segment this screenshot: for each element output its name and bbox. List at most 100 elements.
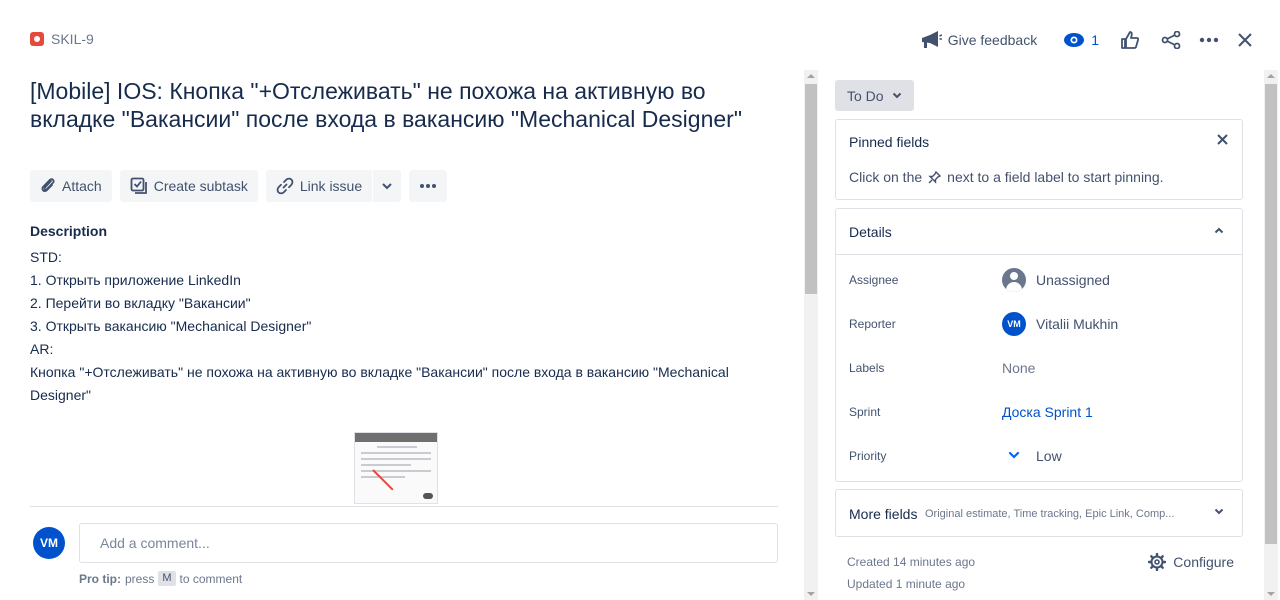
field-label: Assignee (849, 273, 899, 287)
close-icon (1217, 134, 1228, 145)
details-header[interactable]: Details (836, 209, 1242, 255)
link-icon (276, 177, 294, 195)
issue-sidebar: To Do Pinned fields Click on the next to… (834, 70, 1244, 600)
watch-button[interactable]: 1 (1056, 26, 1106, 54)
comment-input[interactable] (79, 523, 778, 563)
avatar: VM (33, 527, 65, 559)
pinned-hint-before: Click on the (849, 169, 923, 185)
toolbar-more-button[interactable] (409, 170, 448, 202)
share-icon (1161, 31, 1181, 49)
issue-toolbar: Attach Create subtask Link issue (30, 170, 448, 202)
attachment-thumbnail[interactable] (354, 432, 438, 504)
field-label: Priority (849, 449, 887, 463)
issue-title[interactable]: [Mobile] IOS: Кнопка "+Отслеживать" не п… (30, 77, 770, 133)
description-heading: Description (30, 223, 108, 239)
close-pinned-button[interactable] (1217, 132, 1228, 150)
field-label: Labels (849, 361, 885, 375)
ellipsis-icon (1199, 37, 1219, 43)
field-value[interactable]: VM Vitalii Mukhin (1002, 312, 1118, 336)
paperclip-icon (41, 178, 55, 193)
ellipsis-icon (420, 184, 437, 188)
close-button[interactable] (1230, 26, 1260, 54)
pin-icon (928, 170, 942, 184)
chevron-down-icon (1214, 508, 1224, 515)
megaphone-icon (921, 31, 942, 48)
thumbs-up-icon (1121, 31, 1139, 49)
pro-tip-bold: Pro tip: (79, 571, 121, 586)
issue-key-label[interactable]: SKIL-9 (51, 31, 94, 47)
description-line: Кнопка "+Отслеживать" не похожа на актив… (30, 364, 729, 403)
create-subtask-label: Create subtask (153, 178, 248, 194)
pinned-hint: Click on the next to a field label to st… (849, 169, 1164, 185)
more-fields-panel[interactable]: More fields Original estimate, Time trac… (835, 489, 1243, 537)
watch-count: 1 (1091, 32, 1099, 48)
header-actions: Give feedback 1 (913, 26, 1260, 54)
field-assignee[interactable]: Assignee Unassigned (849, 268, 1229, 292)
description-line: AR: (30, 341, 54, 357)
field-labels[interactable]: Labels None (849, 356, 1229, 380)
attach-button[interactable]: Attach (30, 170, 112, 202)
status-dropdown[interactable]: To Do (835, 80, 914, 111)
scrollbar-thumb[interactable] (1265, 84, 1277, 544)
link-issue-button[interactable]: Link issue (265, 170, 373, 202)
pro-tip-rest: to comment (179, 571, 243, 586)
chevron-up-icon (1214, 227, 1224, 234)
field-label: Sprint (849, 405, 881, 419)
attach-label: Attach (62, 178, 102, 194)
pinned-hint-after: next to a field label to start pinning. (947, 169, 1164, 185)
sprint-link[interactable]: Доска Sprint 1 (1002, 404, 1093, 420)
configure-label: Configure (1173, 554, 1234, 570)
link-issue-group: Link issue (265, 170, 402, 202)
pinned-fields-title: Pinned fields (849, 134, 930, 150)
labels-value[interactable]: None (1002, 360, 1035, 376)
eye-icon (1064, 33, 1085, 47)
give-feedback-button[interactable]: Give feedback (913, 26, 1045, 54)
field-value[interactable]: Low (1002, 448, 1062, 464)
link-issue-dropdown[interactable] (373, 170, 402, 202)
annotation-arrow (372, 469, 394, 491)
description-line: STD: (30, 249, 62, 265)
like-button[interactable] (1114, 26, 1146, 54)
issue-key[interactable]: SKIL-9 (30, 31, 94, 47)
more-fields-summary: Original estimate, Time tracking, Epic L… (925, 508, 1175, 520)
gear-icon (1148, 553, 1167, 571)
scrollbar-thumb[interactable] (805, 84, 817, 294)
description-line: 1. Открыть приложение LinkedIn (30, 272, 241, 288)
avatar: VM (1002, 312, 1026, 336)
unassigned-avatar-icon (1002, 268, 1026, 292)
status-label: To Do (847, 87, 884, 104)
link-issue-label: Link issue (299, 178, 363, 194)
pro-tip: Pro tip: press M to comment (79, 571, 242, 586)
issue-main: [Mobile] IOS: Кнопка "+Отслеживать" не п… (0, 70, 800, 600)
issue-header: SKIL-9 Give feedback 1 (0, 0, 1280, 80)
close-icon (1238, 33, 1252, 47)
details-title: Details (849, 224, 892, 240)
main-scrollbar[interactable] (804, 70, 818, 600)
field-priority[interactable]: Priority Low (849, 444, 1229, 468)
more-fields-title: More fields (849, 506, 918, 522)
chevron-down-icon (382, 183, 392, 190)
keyboard-shortcut: M (158, 571, 176, 586)
reporter-value: Vitalii Mukhin (1036, 316, 1119, 332)
field-reporter[interactable]: Reporter VM Vitalii Mukhin (849, 312, 1229, 336)
give-feedback-label: Give feedback (947, 32, 1038, 48)
description-body[interactable]: STD: 1. Открыть приложение LinkedIn 2. П… (30, 246, 770, 407)
bug-icon (30, 32, 44, 46)
field-value[interactable]: Unassigned (1002, 268, 1110, 292)
updated-timestamp: Updated 1 minute ago (847, 577, 966, 591)
priority-value: Low (1036, 448, 1062, 464)
sidebar-scrollbar[interactable] (1264, 70, 1278, 600)
field-sprint[interactable]: Sprint Доска Sprint 1 (849, 400, 1229, 424)
more-actions-button[interactable] (1192, 26, 1226, 54)
description-line: 3. Открыть вакансию "Mechanical Designer… (30, 318, 312, 334)
created-timestamp: Created 14 minutes ago (847, 555, 976, 569)
share-button[interactable] (1154, 26, 1188, 54)
details-panel: Details Assignee Unassigned Reporter VM … (835, 208, 1243, 482)
configure-button[interactable]: Configure (1148, 553, 1234, 571)
priority-low-icon (1008, 451, 1020, 459)
create-subtask-button[interactable]: Create subtask (119, 170, 258, 202)
divider (30, 506, 778, 507)
chevron-down-icon (892, 92, 901, 99)
pinned-fields-panel: Pinned fields Click on the next to a fie… (835, 119, 1243, 200)
subtask-icon (130, 177, 147, 194)
